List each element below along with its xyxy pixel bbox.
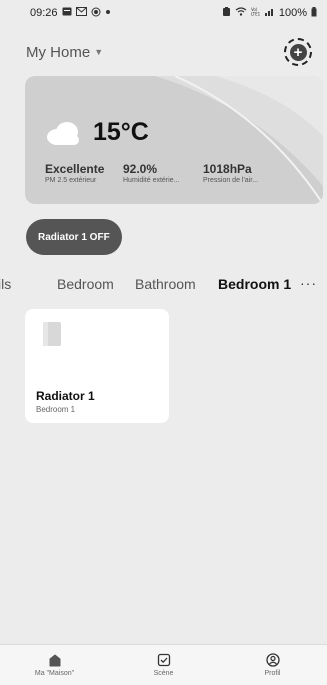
nav-home[interactable]: Ma "Maison" [0,645,109,685]
home-icon [48,653,62,667]
nav-profile-label: Profil [264,670,281,677]
calendar-icon [62,7,72,19]
home-selector[interactable]: My Home ▼ [26,44,103,61]
device-room: Bedroom 1 [36,405,76,414]
signal-icon [264,7,275,19]
add-circle-icon: + [289,43,307,61]
tab-bedroom[interactable]: Bedroom [57,272,114,296]
record-icon [91,7,101,20]
volte-icon: Vo) LTE1 [251,7,261,19]
room-tabs: ils Bedroom Bathroom Bedroom 1 ··· [0,272,327,296]
battery-icon [311,6,317,20]
scene-chip-radiator-off[interactable]: Radiator 1 OFF [26,219,122,255]
more-tabs-button[interactable]: ··· [296,272,317,294]
cloud-icon [45,121,83,145]
nav-profile[interactable]: Profil [218,645,327,685]
battery-level: 100% [278,7,307,19]
weather-card[interactable]: 15°C Excellente PM 2.5 extérieur 92.0% H… [25,76,323,204]
metric-value: 92.0% [123,162,158,176]
home-name-label: My Home [26,43,91,61]
status-time: 09:26 [30,7,58,19]
metric-label: Humidité extérie... [123,177,180,184]
metric-humidity: 92.0% Humidité extérie... [123,162,199,186]
tab-bathroom[interactable]: Bathroom [135,272,196,296]
nav-scene-label: Scène [153,670,174,677]
nav-scene[interactable]: Scène [109,645,218,685]
home-header: My Home ▼ + [26,36,315,68]
wifi-icon [235,7,247,19]
profile-icon [265,653,280,667]
device-name: Radiator 1 [36,389,95,403]
battery-saver-icon [222,6,231,20]
caret-down-icon: ▼ [94,47,104,57]
metric-value: Excellente [45,162,105,176]
mail-icon [75,7,87,19]
dot-icon [105,8,111,18]
radiator-icon [42,321,62,347]
scene-chip-label: Radiator 1 OFF [38,231,110,243]
scene-check-icon [157,653,171,667]
add-device-button[interactable]: + [284,38,312,66]
device-card-radiator-1[interactable]: Radiator 1 Bedroom 1 [25,309,169,423]
temperature-row: 15°C [45,118,149,147]
tab-bedroom-1[interactable]: Bedroom 1 [218,272,291,296]
metric-label: PM 2.5 extérieur [45,177,97,184]
weather-metrics: Excellente PM 2.5 extérieur 92.0% Humidi… [45,162,293,186]
nav-home-label: Ma "Maison" [34,670,75,677]
metric-label: Pression de l'air... [203,177,259,184]
tab-previous[interactable]: ils [0,272,11,296]
temperature-value: 15°C [93,118,149,146]
svg-text:LTE1: LTE1 [251,12,261,17]
status-bar: 09:26 Vo) LTE1 100% [0,0,327,26]
metric-pressure: 1018hPa Pression de l'air... [203,162,293,186]
metric-value: 1018hPa [203,162,252,176]
bottom-navigation: Ma "Maison" Scène Profil [0,644,327,685]
metric-pm25: Excellente PM 2.5 extérieur [45,162,119,186]
